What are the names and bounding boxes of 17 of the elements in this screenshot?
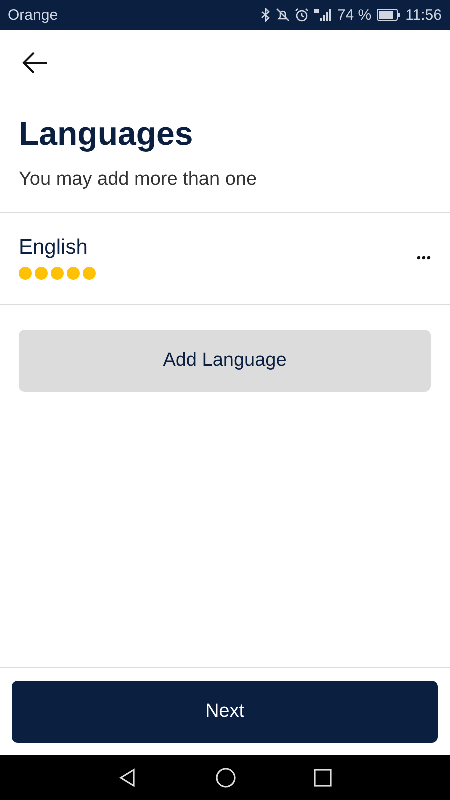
battery-percent: 74 % xyxy=(337,6,372,24)
more-options-icon[interactable] xyxy=(417,256,431,260)
bluetooth-icon xyxy=(261,8,272,22)
battery-icon xyxy=(376,9,401,21)
add-language-button[interactable]: Add Language xyxy=(19,330,431,392)
recent-apps-icon[interactable] xyxy=(314,768,332,786)
carrier-name: Orange xyxy=(8,6,58,24)
alarm-icon xyxy=(295,8,310,22)
home-icon[interactable] xyxy=(214,766,237,788)
back-arrow-icon[interactable] xyxy=(22,52,48,74)
next-button[interactable]: Next xyxy=(12,681,438,743)
muted-bell-icon xyxy=(276,8,290,22)
language-name: English xyxy=(19,235,89,261)
page-subtitle: You may add more than one xyxy=(19,168,258,192)
signal-icon xyxy=(314,8,332,22)
page-title: Languages xyxy=(19,114,194,154)
clock-time: 11:56 xyxy=(406,6,442,24)
